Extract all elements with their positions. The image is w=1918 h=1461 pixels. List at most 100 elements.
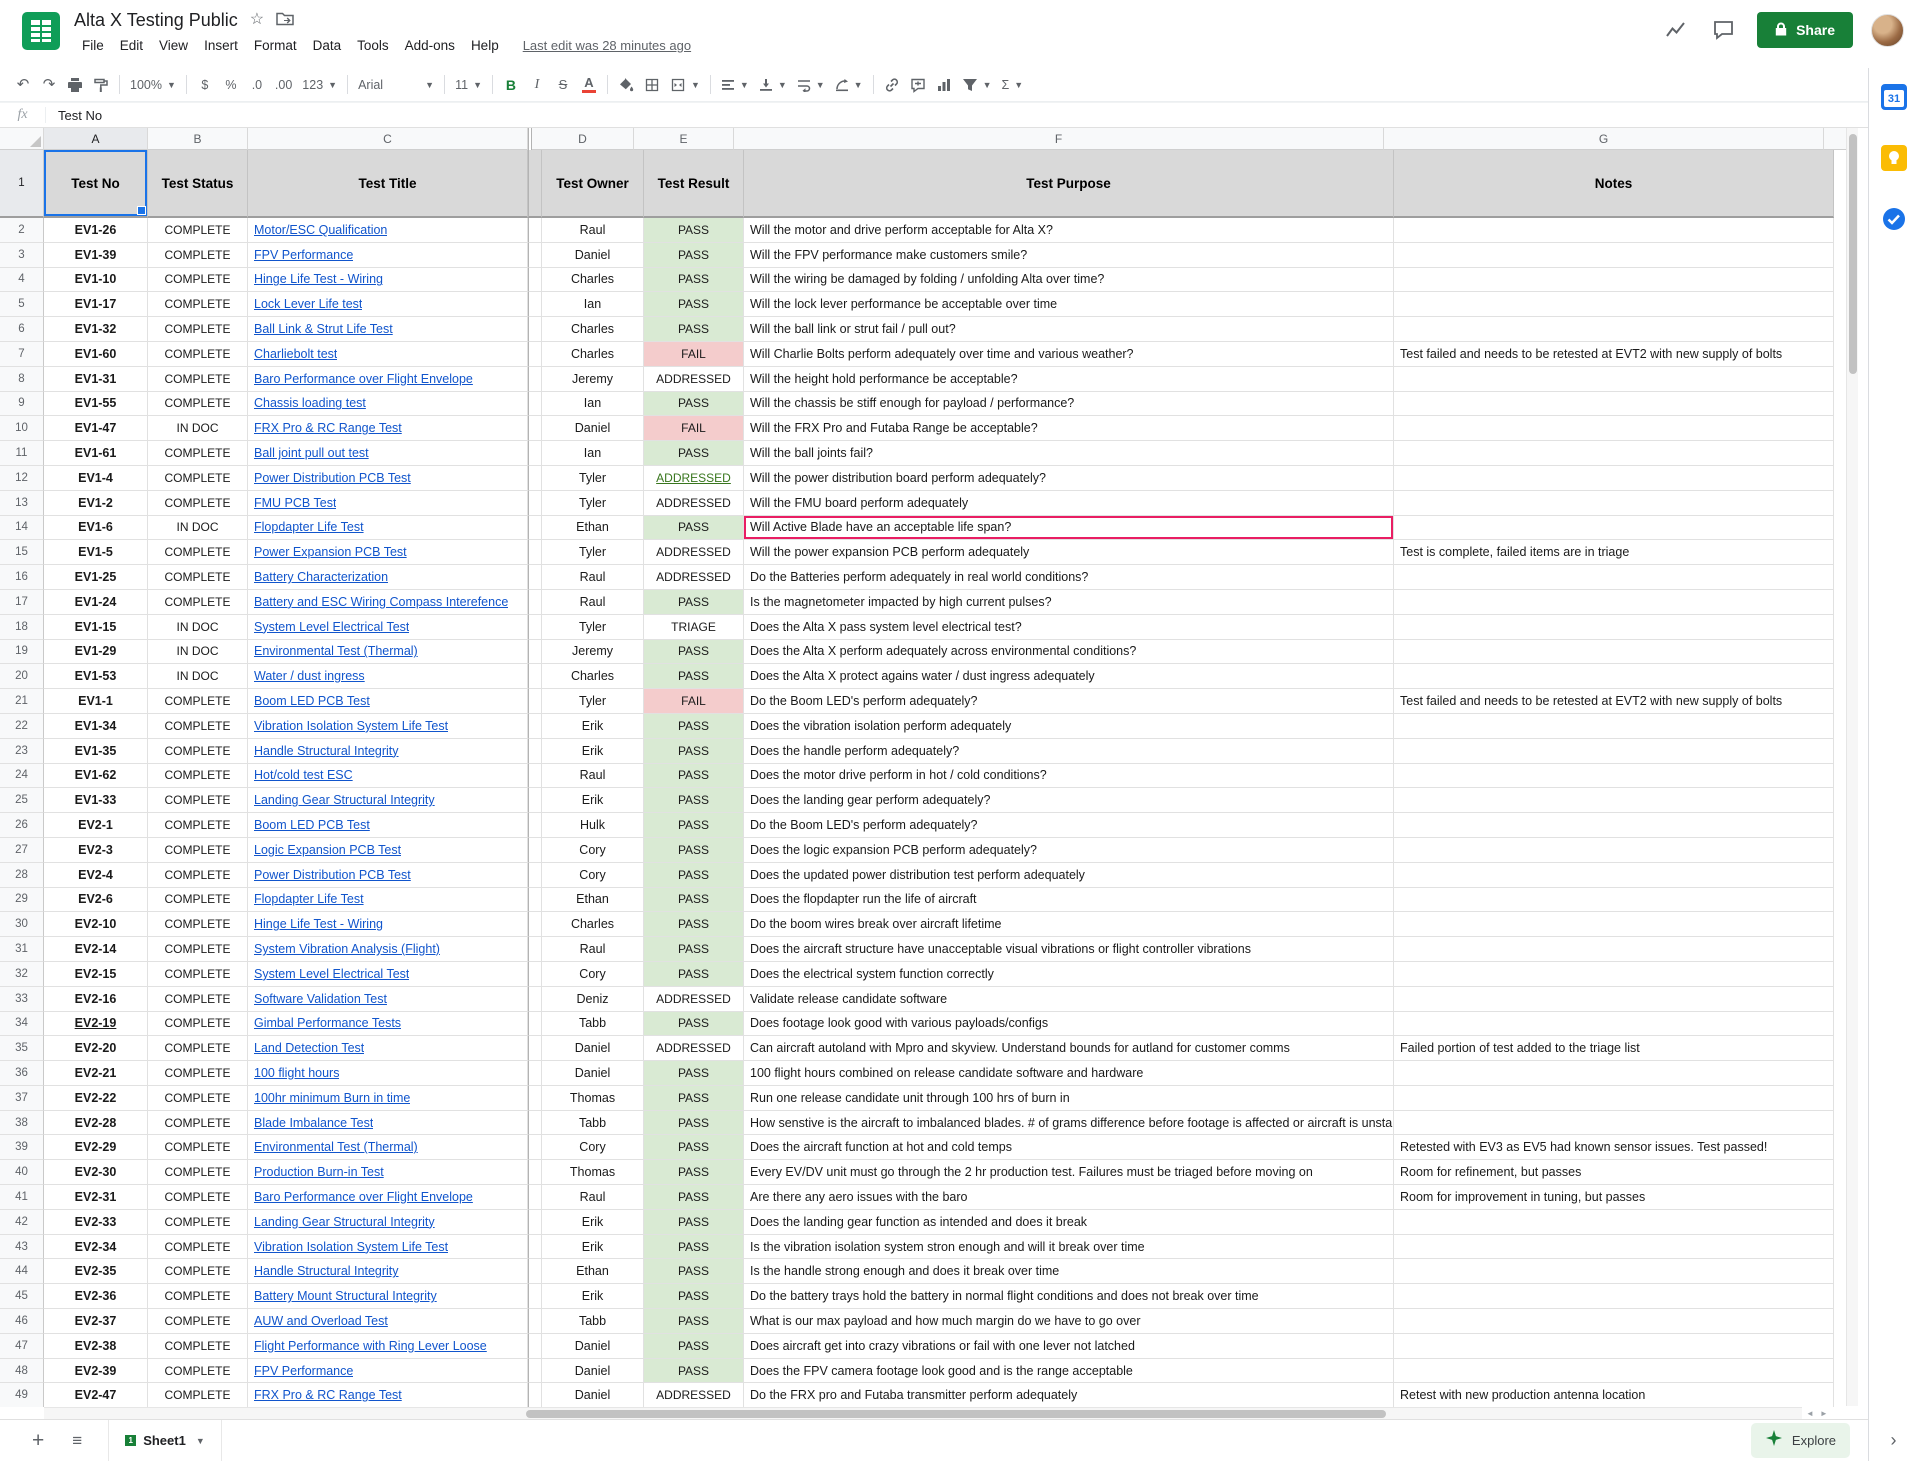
fill-color-icon[interactable] (613, 72, 639, 98)
cell-C29[interactable]: Flopdapter Life Test (248, 888, 528, 913)
cell-C2[interactable]: Motor/ESC Qualification (248, 218, 528, 243)
cell-A6[interactable]: EV1-32 (44, 317, 148, 342)
row-header-40[interactable]: 40 (0, 1160, 44, 1185)
menu-file[interactable]: File (74, 35, 112, 56)
cell-E49[interactable]: ADDRESSED (644, 1383, 744, 1407)
add-sheet-icon[interactable]: + (32, 1430, 44, 1451)
cell-F31[interactable]: Does the aircraft structure have unaccep… (744, 937, 1394, 962)
row-header-33[interactable]: 33 (0, 987, 44, 1012)
horizontal-scrollbar-thumb[interactable] (526, 1410, 1386, 1418)
cell-A23[interactable]: EV1-35 (44, 739, 148, 764)
insert-link-icon[interactable] (879, 72, 905, 98)
cell-D47[interactable]: Daniel (542, 1334, 644, 1359)
cell-G16[interactable] (1394, 565, 1834, 590)
menu-data[interactable]: Data (305, 35, 350, 56)
cell-A34[interactable]: EV2-19 (44, 1012, 148, 1037)
test-title-link[interactable]: Lock Lever Life test (254, 297, 362, 311)
row-header-48[interactable]: 48 (0, 1359, 44, 1384)
cell-G15[interactable]: Test is complete, failed items are in tr… (1394, 540, 1834, 565)
test-title-link[interactable]: Flopdapter Life Test (254, 520, 364, 534)
cell-G49[interactable]: Retest with new production antenna locat… (1394, 1383, 1834, 1407)
cell-D9[interactable]: Ian (542, 392, 644, 417)
insert-comment-icon[interactable] (905, 72, 931, 98)
row-header-28[interactable]: 28 (0, 863, 44, 888)
cell-E10[interactable]: FAIL (644, 416, 744, 441)
cell-D17[interactable]: Raul (542, 590, 644, 615)
cell-A13[interactable]: EV1-2 (44, 491, 148, 516)
cell-F44[interactable]: Is the handle strong enough and does it … (744, 1259, 1394, 1284)
cell-F22[interactable]: Does the vibration isolation perform ade… (744, 714, 1394, 739)
menu-addons[interactable]: Add-ons (397, 35, 463, 56)
cell-F21[interactable]: Do the Boom LED's perform adequately? (744, 689, 1394, 714)
cell-D49[interactable]: Daniel (542, 1383, 644, 1407)
font-family-select[interactable]: Arial▼ (353, 72, 439, 98)
cell-A4[interactable]: EV1-10 (44, 268, 148, 293)
cell-A19[interactable]: EV1-29 (44, 640, 148, 665)
column-header-C[interactable]: C (248, 128, 528, 150)
cell-A32[interactable]: EV2-15 (44, 962, 148, 987)
cell-D8[interactable]: Jeremy (542, 367, 644, 392)
cell-G47[interactable] (1394, 1334, 1834, 1359)
cell-C12[interactable]: Power Distribution PCB Test (248, 466, 528, 491)
row-header-15[interactable]: 15 (0, 540, 44, 565)
cell-A43[interactable]: EV2-34 (44, 1235, 148, 1260)
cell-C42[interactable]: Landing Gear Structural Integrity (248, 1210, 528, 1235)
test-title-link[interactable]: Hinge Life Test - Wiring (254, 272, 383, 286)
test-title-link[interactable]: Flopdapter Life Test (254, 892, 364, 906)
cell-B28[interactable]: COMPLETE (148, 863, 248, 888)
cell-C18[interactable]: System Level Electrical Test (248, 615, 528, 640)
cell-F38[interactable]: How senstive is the aircraft to imbalanc… (744, 1111, 1394, 1136)
cell-E18[interactable]: TRIAGE (644, 615, 744, 640)
cell-F12[interactable]: Will the power distribution board perfor… (744, 466, 1394, 491)
row-header-22[interactable]: 22 (0, 714, 44, 739)
cell-F33[interactable]: Validate release candidate software (744, 987, 1394, 1012)
row-header-36[interactable]: 36 (0, 1061, 44, 1086)
cell-E3[interactable]: PASS (644, 243, 744, 268)
cell-B9[interactable]: COMPLETE (148, 392, 248, 417)
cell-G34[interactable] (1394, 1012, 1834, 1037)
merge-cells-icon[interactable]: ▼ (665, 72, 705, 98)
cell-B26[interactable]: COMPLETE (148, 813, 248, 838)
italic-icon[interactable]: I (524, 72, 550, 98)
test-title-link[interactable]: FMU PCB Test (254, 496, 336, 510)
cell-D29[interactable]: Ethan (542, 888, 644, 913)
cell-A27[interactable]: EV2-3 (44, 838, 148, 863)
cell-E34[interactable]: PASS (644, 1012, 744, 1037)
cell-F24[interactable]: Does the motor drive perform in hot / co… (744, 764, 1394, 789)
cell-B49[interactable]: COMPLETE (148, 1383, 248, 1407)
cell-F27[interactable]: Does the logic expansion PCB perform ade… (744, 838, 1394, 863)
cell-E33[interactable]: ADDRESSED (644, 987, 744, 1012)
select-all-corner[interactable] (0, 128, 44, 150)
test-title-link[interactable]: Gimbal Performance Tests (254, 1016, 401, 1030)
row-header-46[interactable]: 46 (0, 1309, 44, 1334)
cell-F15[interactable]: Will the power expansion PCB perform ade… (744, 540, 1394, 565)
cell-D48[interactable]: Daniel (542, 1359, 644, 1384)
cell-E14[interactable]: PASS (644, 516, 744, 541)
sheet-tab-menu-icon[interactable]: ▼ (196, 1436, 205, 1446)
cell-F4[interactable]: Will the wiring be damaged by folding / … (744, 268, 1394, 293)
cell-C40[interactable]: Production Burn-in Test (248, 1160, 528, 1185)
cell-E20[interactable]: PASS (644, 664, 744, 689)
cell-G8[interactable] (1394, 367, 1834, 392)
test-title-link[interactable]: Environmental Test (Thermal) (254, 644, 418, 658)
cell-G22[interactable] (1394, 714, 1834, 739)
cell-D46[interactable]: Tabb (542, 1309, 644, 1334)
cell-G24[interactable] (1394, 764, 1834, 789)
cell-E12[interactable]: ADDRESSED (644, 466, 744, 491)
row-header-23[interactable]: 23 (0, 739, 44, 764)
test-title-link[interactable]: Hot/cold test ESC (254, 768, 353, 782)
cell-A39[interactable]: EV2-29 (44, 1135, 148, 1160)
vertical-scrollbar[interactable] (1846, 128, 1858, 1406)
cell-F39[interactable]: Does the aircraft function at hot and co… (744, 1135, 1394, 1160)
cell-G23[interactable] (1394, 739, 1834, 764)
cell-E6[interactable]: PASS (644, 317, 744, 342)
cell-G46[interactable] (1394, 1309, 1834, 1334)
cell-E11[interactable]: PASS (644, 441, 744, 466)
test-title-link[interactable]: Power Distribution PCB Test (254, 471, 411, 485)
cell-E29[interactable]: PASS (644, 888, 744, 913)
cell-G21[interactable]: Test failed and needs to be retested at … (1394, 689, 1834, 714)
test-title-link[interactable]: FRX Pro & RC Range Test (254, 1388, 402, 1402)
cell-A11[interactable]: EV1-61 (44, 441, 148, 466)
cell-E17[interactable]: PASS (644, 590, 744, 615)
tasks-icon[interactable] (1881, 206, 1907, 237)
